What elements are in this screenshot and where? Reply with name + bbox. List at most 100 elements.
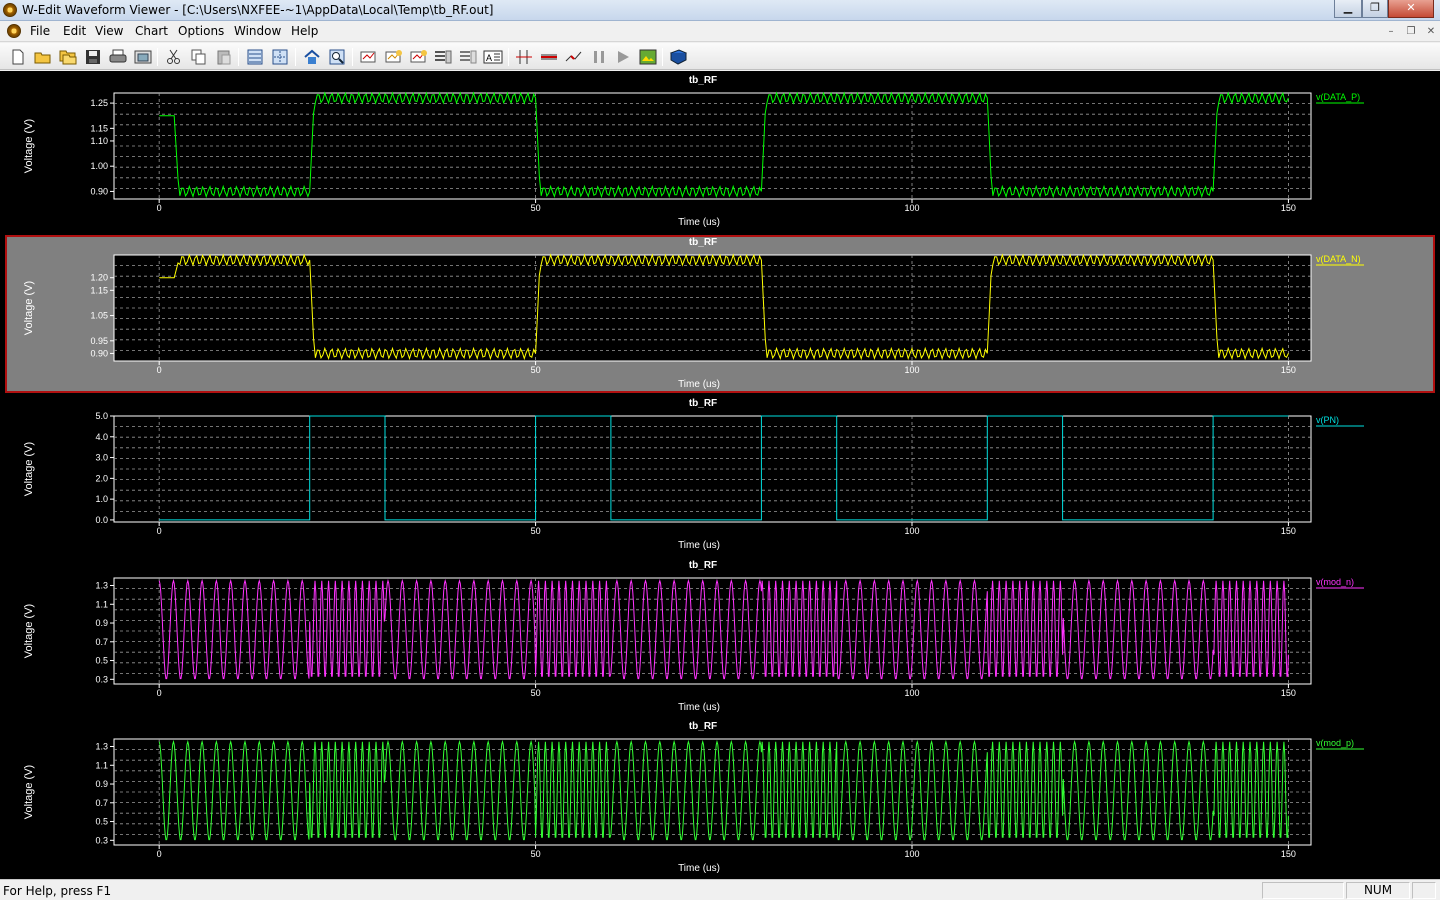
menu-help[interactable]: Help (291, 24, 318, 38)
edit-trace-icon[interactable] (409, 47, 429, 67)
y-axis-label: Voltage (V) (23, 604, 35, 658)
text-label-icon[interactable]: A (483, 47, 503, 67)
y-tick-label: 1.15 (90, 123, 108, 133)
x-axis-label: Time (us) (678, 217, 720, 228)
image-icon[interactable] (638, 47, 658, 67)
chart-panel-5[interactable]: tb_RF Voltage (V) Time (us) 0 50 100 150 0.3 0.5… (23, 721, 1364, 874)
plot-frame (113, 92, 1312, 200)
open-icon[interactable] (33, 47, 53, 67)
mdi-restore-icon[interactable]: ❐ (1403, 25, 1419, 39)
y-axis-label: Voltage (V) (23, 281, 35, 335)
measure-icon[interactable] (539, 47, 559, 67)
home-icon[interactable] (302, 47, 322, 67)
x-tick-label: 0 (157, 688, 162, 698)
y-axis-label: Voltage (V) (23, 442, 35, 496)
print-preview-icon[interactable] (133, 47, 153, 67)
x-tick-label: 0 (157, 203, 162, 213)
svg-text:A: A (486, 53, 492, 63)
chart-panel-4[interactable]: tb_RF Voltage (V) Time (us) 0 50 100 150 0.3 0.5… (23, 560, 1364, 713)
chart-panel-3[interactable]: tb_RF Voltage (V) Time (us) 0 50 100 150 0.0 1.0… (23, 398, 1364, 551)
legend-label: v(DATA_N) (1316, 254, 1361, 264)
x-tick-label: 0 (157, 849, 162, 859)
document-icon[interactable] (7, 24, 21, 38)
menu-window[interactable]: Window (234, 24, 281, 38)
x-tick-label: 150 (1281, 365, 1296, 375)
mdi-minimize-icon[interactable]: – (1383, 25, 1399, 39)
y-tick-label: 0.9 (95, 779, 108, 789)
x-axis-label: Time (us) (678, 540, 720, 551)
chart-title: tb_RF (689, 560, 717, 571)
plot-frame (113, 415, 1312, 523)
mdi-close-icon[interactable]: ✕ (1423, 25, 1439, 39)
y-axis-label: Voltage (V) (23, 765, 35, 819)
x-tick-label: 0 (157, 526, 162, 536)
y-tick-label: 4.0 (95, 432, 108, 442)
chart-area[interactable]: tb_RF Voltage (V) Time (us) 0 50 100 150 0.90 1.… (0, 71, 1440, 879)
app-icon[interactable] (3, 3, 17, 17)
zoom-icon[interactable] (327, 47, 347, 67)
y-tick-label: 1.3 (95, 742, 108, 752)
window-title: W-Edit Waveform Viewer - [C:\Users\NXFEE… (22, 3, 494, 17)
marker-icon[interactable] (564, 47, 584, 67)
save-icon[interactable] (83, 47, 103, 67)
status-bar: For Help, press F1 NUM (0, 879, 1440, 900)
x-tick-label: 50 (531, 365, 541, 375)
chart-grid-icon[interactable] (270, 47, 290, 67)
menu-chart[interactable]: Chart (135, 24, 168, 38)
x-tick-label: 150 (1281, 688, 1296, 698)
menu-edit[interactable]: Edit (63, 24, 86, 38)
x-tick-label: 100 (904, 203, 919, 213)
y-tick-label: 1.1 (95, 760, 108, 770)
play-icon[interactable] (613, 47, 633, 67)
x-tick-label: 0 (157, 365, 162, 375)
close-button[interactable]: ✕ (1388, 0, 1434, 18)
legend-label: v(DATA_P) (1316, 92, 1360, 102)
y-tick-label: 1.20 (90, 273, 108, 283)
y-tick-label: 0.3 (95, 674, 108, 684)
cut-icon[interactable] (164, 47, 184, 67)
chart-panel-2[interactable]: tb_RF Voltage (V) Time (us) 0 50 100 150 0.90 0.… (5, 235, 1435, 393)
x-tick-label: 150 (1281, 849, 1296, 859)
expression-icon[interactable] (359, 47, 379, 67)
x-tick-label: 100 (904, 365, 919, 375)
menu-options[interactable]: Options (178, 24, 224, 38)
title-bar: W-Edit Waveform Viewer - [C:\Users\NXFEE… (0, 0, 1440, 21)
paste-icon[interactable] (214, 47, 234, 67)
menu-view[interactable]: View (95, 24, 123, 38)
toolbar: A (0, 43, 1440, 70)
restore-button[interactable]: ❐ (1362, 0, 1388, 18)
minimize-button[interactable]: ▁ (1334, 0, 1362, 18)
copy-icon[interactable] (189, 47, 209, 67)
chart-panel-1[interactable]: tb_RF Voltage (V) Time (us) 0 50 100 150 0.90 1.… (23, 75, 1364, 228)
y-tick-label: 1.0 (95, 494, 108, 504)
chart-title: tb_RF (689, 398, 717, 409)
status-num: NUM (1346, 882, 1410, 899)
print-icon[interactable] (108, 47, 128, 67)
cursor-icon[interactable] (514, 47, 534, 67)
new-icon[interactable] (8, 47, 28, 67)
y-tick-label: 1.00 (90, 161, 108, 171)
y-tick-label: 0.90 (90, 348, 108, 358)
y-tick-label: 1.10 (90, 136, 108, 146)
pause-icon[interactable] (589, 47, 609, 67)
chart-stack-icon[interactable] (433, 47, 453, 67)
y-tick-label: 1.1 (95, 599, 108, 609)
chart-layout-icon[interactable] (245, 47, 265, 67)
y-tick-label: 1.25 (90, 98, 108, 108)
add-trace-icon[interactable] (384, 47, 404, 67)
y-tick-label: 1.3 (95, 581, 108, 591)
y-tick-label: 1.15 (90, 285, 108, 295)
x-tick-label: 50 (531, 526, 541, 536)
chart-separate-icon[interactable] (458, 47, 478, 67)
legend-label: v(PN) (1316, 415, 1339, 425)
y-tick-label: 0.0 (95, 515, 108, 525)
x-tick-label: 100 (904, 526, 919, 536)
y-tick-label: 0.5 (95, 656, 108, 666)
book-icon[interactable] (668, 47, 688, 67)
y-tick-label: 0.95 (90, 336, 108, 346)
plot-frame (113, 254, 1312, 362)
y-tick-label: 5.0 (95, 411, 108, 421)
open-multiple-icon[interactable] (58, 47, 78, 67)
x-axis-label: Time (us) (678, 702, 720, 713)
menu-file[interactable]: File (30, 24, 50, 38)
